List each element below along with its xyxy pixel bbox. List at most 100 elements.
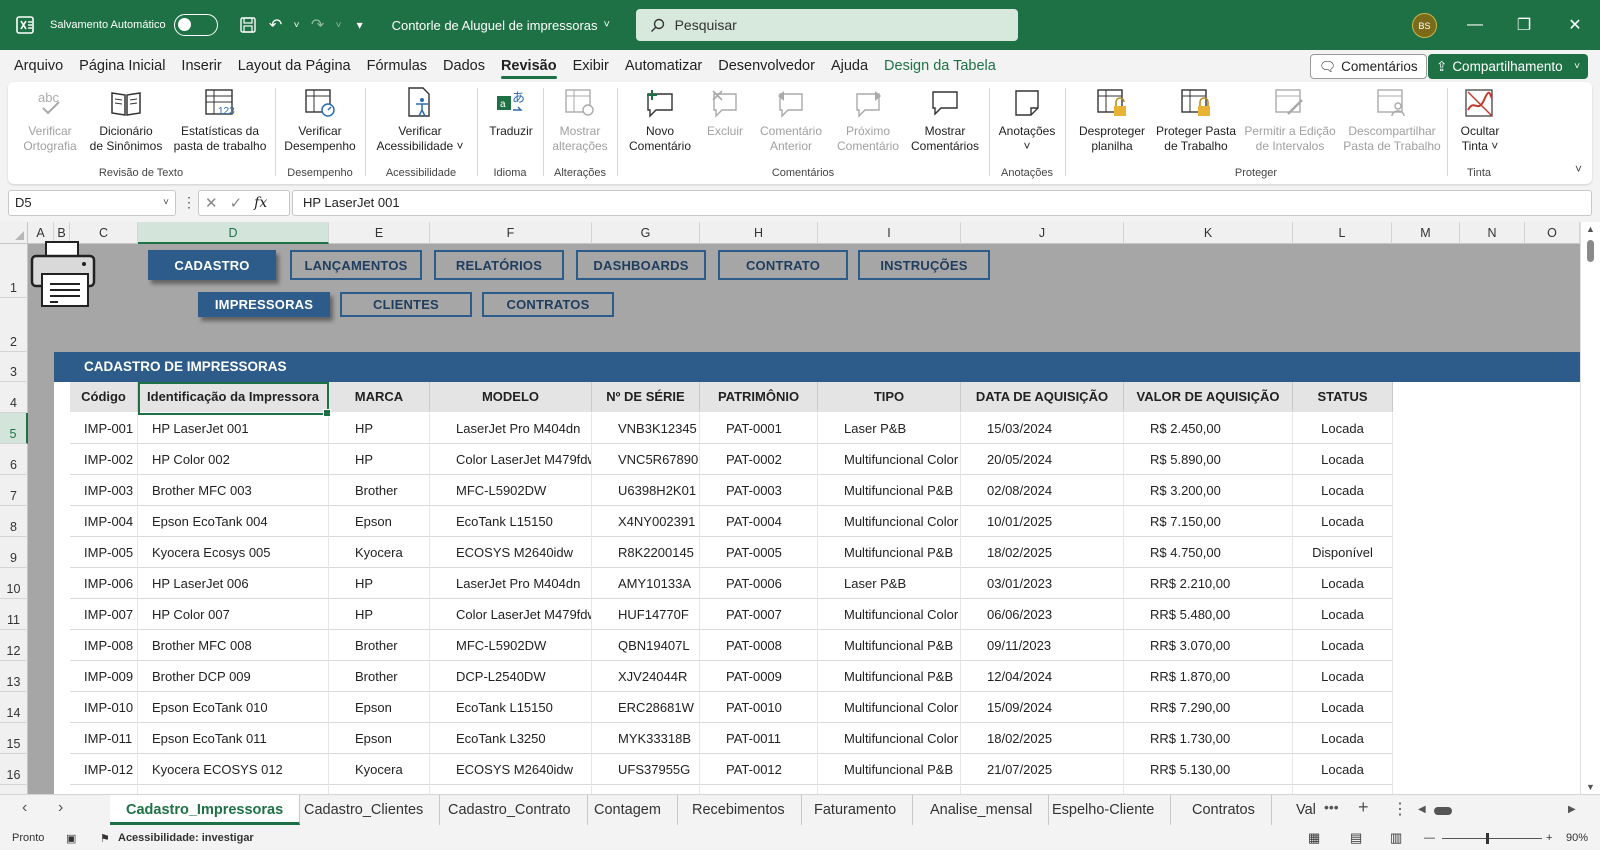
hscroll-thumb[interactable] bbox=[1434, 807, 1452, 815]
save-icon[interactable] bbox=[234, 11, 262, 39]
table-cell[interactable]: RR$ 4.420,00 bbox=[1124, 785, 1293, 794]
table-header-cell[interactable]: DATA DE AQUISIÇÃO bbox=[961, 382, 1124, 412]
row-header-4[interactable]: 4 bbox=[0, 382, 28, 413]
table-cell[interactable]: Multifuncional P&B bbox=[818, 754, 961, 785]
table-header-cell[interactable]: TIPO bbox=[818, 382, 961, 412]
table-cell[interactable]: RR$ 1.730,00 bbox=[1124, 723, 1293, 754]
table-cell[interactable]: Multifuncional Color bbox=[818, 723, 961, 754]
table-cell[interactable]: Color LaserJet M479fdw bbox=[430, 599, 592, 630]
hscroll-left-icon[interactable]: ◀ bbox=[1418, 804, 1426, 815]
table-cell[interactable]: XJV24044R bbox=[592, 661, 700, 692]
table-cell[interactable]: Multifuncional P&B bbox=[818, 475, 961, 506]
table-cell[interactable]: RR$ 3.070,00 bbox=[1124, 630, 1293, 661]
tab-inserir[interactable]: Inserir bbox=[173, 50, 229, 82]
table-cell[interactable]: PAT-0006 bbox=[700, 568, 818, 599]
table-cell[interactable]: PAT-0013 bbox=[700, 785, 818, 794]
zoom-level[interactable]: 90% bbox=[1566, 832, 1588, 844]
share-button[interactable]: ⇪ Compartilhamento ˅ bbox=[1428, 54, 1588, 79]
tab-revisao[interactable]: Revisão bbox=[493, 50, 565, 82]
macro-record-icon[interactable]: ▣ bbox=[66, 832, 76, 845]
table-cell[interactable]: 15/09/2024 bbox=[961, 692, 1124, 723]
table-cell[interactable]: RR$ 5.130,00 bbox=[1124, 754, 1293, 785]
table-cell[interactable]: VNB3K12345 bbox=[592, 413, 700, 444]
sheet-tab[interactable]: Analise_mensal bbox=[914, 795, 1050, 825]
table-cell[interactable]: Locada bbox=[1293, 661, 1393, 692]
table-cell[interactable]: RR$ 1.870,00 bbox=[1124, 661, 1293, 692]
nav-contrato-button[interactable]: CONTRATO bbox=[718, 250, 848, 280]
table-cell[interactable]: R$ 5.890,00 bbox=[1124, 444, 1293, 475]
table-cell[interactable]: IMP-007 bbox=[70, 599, 138, 630]
scroll-up-icon[interactable]: ▲ bbox=[1586, 224, 1595, 234]
tab-automatizar[interactable]: Automatizar bbox=[617, 50, 710, 82]
table-cell[interactable]: Brother MFC 008 bbox=[138, 630, 329, 661]
tab-pagina-inicial[interactable]: Página Inicial bbox=[71, 50, 173, 82]
table-cell[interactable]: R$ 2.450,00 bbox=[1124, 413, 1293, 444]
sheet-options-icon[interactable]: ⋮ bbox=[1392, 799, 1408, 819]
row-header-1[interactable]: 1 bbox=[0, 244, 28, 298]
row-header-12[interactable]: 12 bbox=[0, 630, 28, 661]
table-cell[interactable]: PAT-0010 bbox=[700, 692, 818, 723]
row-header-5[interactable]: 5 bbox=[0, 413, 28, 444]
normal-view-icon[interactable]: ▦ bbox=[1308, 830, 1320, 846]
table-cell[interactable]: Epson EcoTank 010 bbox=[138, 692, 329, 723]
table-cell[interactable]: AMY10133A bbox=[592, 568, 700, 599]
table-cell[interactable]: HP bbox=[329, 413, 430, 444]
column-header-e[interactable]: E bbox=[329, 222, 430, 244]
zoom-out-icon[interactable]: — bbox=[1424, 832, 1435, 844]
table-cell[interactable]: Kyocera bbox=[329, 537, 430, 568]
nav-instrucoes-button[interactable]: INSTRUÇÕES bbox=[858, 250, 990, 280]
table-cell[interactable]: PAT-0002 bbox=[700, 444, 818, 475]
table-cell[interactable]: 10/01/2025 bbox=[961, 506, 1124, 537]
table-cell[interactable]: HUF14770F bbox=[592, 599, 700, 630]
table-cell[interactable]: 18/02/2025 bbox=[961, 537, 1124, 568]
active-cell-d5[interactable] bbox=[138, 382, 331, 417]
column-header-i[interactable]: I bbox=[818, 222, 961, 244]
nav-lancamentos-button[interactable]: LANÇAMENTOS bbox=[290, 250, 422, 280]
table-cell[interactable]: IMP-012 bbox=[70, 754, 138, 785]
table-cell[interactable]: BNZ42592M bbox=[592, 785, 700, 794]
table-cell[interactable]: IMP-004 bbox=[70, 506, 138, 537]
row-header-2[interactable]: 2 bbox=[0, 298, 28, 352]
table-cell[interactable]: PAT-0008 bbox=[700, 630, 818, 661]
sheet-tab[interactable]: Contratos bbox=[1176, 795, 1272, 825]
table-header-cell[interactable]: Código bbox=[70, 382, 138, 412]
table-cell[interactable]: Locada bbox=[1293, 692, 1393, 723]
table-header-cell[interactable]: Nº DE SÉRIE bbox=[592, 382, 700, 412]
accessibility-status[interactable]: Acessibilidade: investigar bbox=[118, 832, 254, 844]
table-cell[interactable]: Brother MFC 003 bbox=[138, 475, 329, 506]
tab-exibir[interactable]: Exibir bbox=[565, 50, 617, 82]
tab-dados[interactable]: Dados bbox=[435, 50, 493, 82]
row-header-17[interactable]: 17 bbox=[0, 785, 28, 794]
table-cell[interactable]: HP bbox=[329, 599, 430, 630]
table-cell[interactable]: IMP-003 bbox=[70, 475, 138, 506]
table-header-cell[interactable]: STATUS bbox=[1293, 382, 1393, 412]
add-sheet-icon[interactable]: + bbox=[1358, 797, 1369, 818]
row-header-16[interactable]: 16 bbox=[0, 754, 28, 785]
table-cell[interactable]: Locada bbox=[1293, 630, 1393, 661]
next-sheet-icon[interactable]: › bbox=[58, 799, 63, 817]
table-cell[interactable]: LaserJet Pro M404dn bbox=[430, 413, 592, 444]
nav-cadastro-button[interactable]: CADASTRO bbox=[148, 250, 276, 280]
table-cell[interactable]: MFC-L5902DW bbox=[430, 475, 592, 506]
subnav-contratos-button[interactable]: CONTRATOS bbox=[482, 292, 614, 317]
table-cell[interactable]: MFC-L5902DW bbox=[430, 630, 592, 661]
vertical-scrollbar[interactable]: ▲ ▼ bbox=[1580, 222, 1600, 794]
page-break-view-icon[interactable]: ▥ bbox=[1390, 830, 1402, 846]
table-cell[interactable]: IMP-002 bbox=[70, 444, 138, 475]
table-cell[interactable]: HP bbox=[329, 568, 430, 599]
zoom-in-icon[interactable]: + bbox=[1546, 832, 1552, 844]
table-cell[interactable]: Multifuncional P&B bbox=[818, 661, 961, 692]
table-cell[interactable]: ECOSYS M2640idw bbox=[430, 754, 592, 785]
sheet-tab[interactable]: Contagem bbox=[578, 795, 678, 825]
sheet-tab[interactable]: Faturamento bbox=[798, 795, 914, 825]
search-box[interactable]: Pesquisar bbox=[635, 9, 1018, 41]
table-cell[interactable]: UFS37955G bbox=[592, 754, 700, 785]
customize-qat-icon[interactable]: ▾ bbox=[346, 11, 374, 39]
subnav-clientes-button[interactable]: CLIENTES bbox=[340, 292, 472, 317]
table-cell[interactable]: Epson EcoTank 011 bbox=[138, 723, 329, 754]
tab-arquivo[interactable]: Arquivo bbox=[6, 50, 71, 82]
table-cell[interactable]: IMP-013 bbox=[70, 785, 138, 794]
column-header-d[interactable]: D bbox=[138, 222, 329, 244]
column-header-g[interactable]: G bbox=[592, 222, 700, 244]
table-cell[interactable]: Brother bbox=[329, 661, 430, 692]
